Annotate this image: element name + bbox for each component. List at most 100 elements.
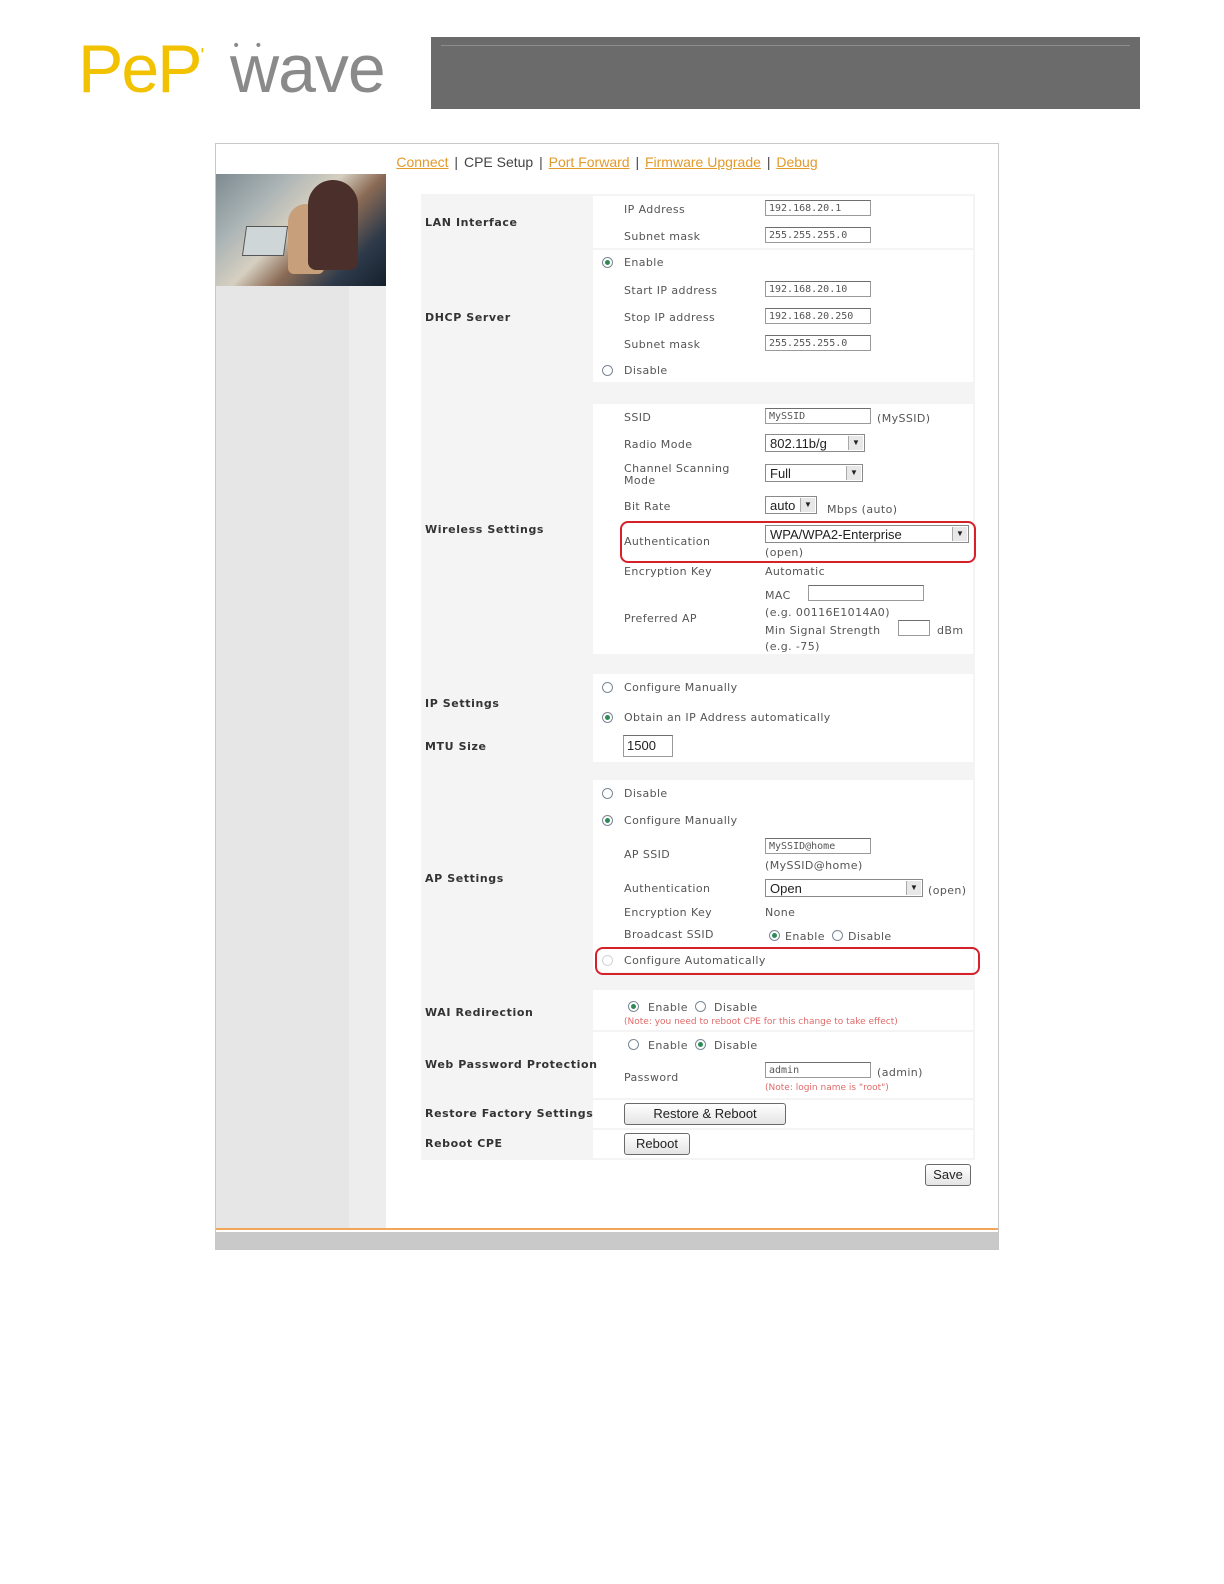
ap-auth-select[interactable]: Open ▼ bbox=[765, 879, 923, 897]
restore-reboot-button[interactable]: Restore & Reboot bbox=[624, 1103, 786, 1125]
ap-ssid-default: (MySSID@home) bbox=[765, 859, 863, 872]
mac-input[interactable] bbox=[808, 585, 924, 601]
dhcp-start-input[interactable]: 192.168.20.10 bbox=[765, 281, 871, 297]
header-line bbox=[441, 45, 1130, 46]
signal-strength-label: Min Signal Strength bbox=[765, 624, 881, 637]
encryption-key-value: Automatic bbox=[765, 565, 826, 578]
wai-disable-radio[interactable] bbox=[695, 1001, 706, 1012]
preferred-ap-label: Preferred AP bbox=[624, 612, 697, 625]
radio-mode-select[interactable]: 802.11b/g ▼ bbox=[765, 434, 865, 452]
dhcp-mask-input[interactable]: 255.255.255.0 bbox=[765, 335, 871, 351]
nav-separator: | bbox=[539, 154, 543, 170]
dhcp-server-label: DHCP Server bbox=[425, 311, 511, 324]
chevron-down-icon: ▼ bbox=[906, 881, 921, 895]
radio-mode-value: 802.11b/g bbox=[770, 436, 827, 451]
lan-interface-label: LAN Interface bbox=[425, 216, 518, 229]
wai-enable-radio[interactable] bbox=[628, 1001, 639, 1012]
dhcp-stop-input[interactable]: 192.168.20.250 bbox=[765, 308, 871, 324]
ap-manual-radio[interactable] bbox=[602, 815, 613, 826]
broadcast-enable-label: Enable bbox=[785, 930, 825, 943]
bit-rate-value: auto bbox=[770, 498, 796, 513]
dhcp-disable-radio[interactable] bbox=[602, 365, 613, 376]
settings-form: LAN Interface IP Address 192.168.20.1 Su… bbox=[421, 194, 980, 1192]
dhcp-disable-label: Disable bbox=[624, 364, 668, 377]
ap-rows bbox=[593, 780, 973, 972]
dhcp-enable-radio[interactable] bbox=[602, 257, 613, 268]
broadcast-disable-label: Disable bbox=[848, 930, 892, 943]
ap-enc-label: Encryption Key bbox=[624, 906, 713, 919]
bit-rate-select[interactable]: auto ▼ bbox=[765, 496, 817, 514]
nav-debug[interactable]: Debug bbox=[776, 154, 817, 170]
nav-firmware-upgrade[interactable]: Firmware Upgrade bbox=[645, 154, 761, 170]
encryption-key-label: Encryption Key bbox=[624, 565, 713, 578]
bit-rate-unit: Mbps (auto) bbox=[827, 503, 898, 516]
ip-settings-label: IP Settings bbox=[425, 697, 500, 710]
configure-auto-highlight bbox=[595, 947, 980, 975]
channel-scan-select[interactable]: Full ▼ bbox=[765, 464, 863, 482]
password-label: Password bbox=[624, 1071, 679, 1084]
ap-enc-value: None bbox=[765, 906, 796, 919]
channel-scan-value: Full bbox=[770, 466, 791, 481]
ap-auth-value: Open bbox=[770, 881, 802, 896]
save-button[interactable]: Save bbox=[925, 1164, 971, 1186]
dhcp-mask-label: Subnet mask bbox=[624, 338, 701, 351]
dhcp-start-label: Start IP address bbox=[624, 284, 718, 297]
password-default: (admin) bbox=[877, 1066, 923, 1079]
ap-ssid-label: AP SSID bbox=[624, 848, 671, 861]
nav-cpe-setup: CPE Setup bbox=[463, 154, 534, 170]
header-photo bbox=[216, 174, 386, 286]
ssid-input[interactable]: MySSID bbox=[765, 408, 871, 424]
web-password-label: Web Password Protection bbox=[425, 1058, 598, 1071]
dhcp-enable-label: Enable bbox=[624, 256, 664, 269]
top-nav: Connect | CPE Setup | Port Forward | Fir… bbox=[216, 144, 998, 174]
webpw-disable-label: Disable bbox=[714, 1039, 758, 1052]
ap-disable-label: Disable bbox=[624, 787, 668, 800]
webpw-enable-label: Enable bbox=[648, 1039, 688, 1052]
signal-strength-input[interactable] bbox=[898, 620, 930, 636]
reboot-cpe-label: Reboot CPE bbox=[425, 1137, 503, 1150]
mtu-size-label: MTU Size bbox=[425, 740, 487, 753]
save-row bbox=[421, 1160, 975, 1192]
ip-auto-radio[interactable] bbox=[602, 712, 613, 723]
logo-pep-word: PeP bbox=[78, 31, 203, 107]
ip-auto-label: Obtain an IP Address automatically bbox=[624, 711, 831, 724]
wireless-settings-label: Wireless Settings bbox=[425, 523, 545, 536]
wai-redirection-label: WAI Redirection bbox=[425, 1006, 534, 1019]
webpw-enable-radio[interactable] bbox=[628, 1039, 639, 1050]
ip-manual-label: Configure Manually bbox=[624, 681, 738, 694]
webpw-disable-radio[interactable] bbox=[695, 1039, 706, 1050]
ssid-label: SSID bbox=[624, 411, 652, 424]
lan-mask-input[interactable]: 255.255.255.0 bbox=[765, 227, 871, 243]
password-note: (Note: login name is "root") bbox=[765, 1083, 889, 1093]
mac-example: (e.g. 00116E1014A0) bbox=[765, 606, 890, 619]
bit-rate-label: Bit Rate bbox=[624, 500, 671, 513]
nav-connect[interactable]: Connect bbox=[396, 154, 448, 170]
broadcast-disable-radio[interactable] bbox=[832, 930, 843, 941]
nav-port-forward[interactable]: Port Forward bbox=[549, 154, 630, 170]
ap-settings-label: AP Settings bbox=[425, 872, 504, 885]
ip-manual-radio[interactable] bbox=[602, 682, 613, 693]
reboot-button[interactable]: Reboot bbox=[624, 1133, 690, 1155]
wai-disable-label: Disable bbox=[714, 1001, 758, 1014]
restore-factory-label: Restore Factory Settings bbox=[425, 1107, 594, 1120]
ssid-default: (MySSID) bbox=[877, 412, 931, 425]
authentication-highlight bbox=[620, 521, 976, 563]
password-input[interactable]: admin bbox=[765, 1062, 871, 1078]
photo-person bbox=[308, 180, 358, 270]
lan-mask-label: Subnet mask bbox=[624, 230, 701, 243]
ap-ssid-input[interactable]: MySSID@home bbox=[765, 838, 871, 854]
broadcast-enable-radio[interactable] bbox=[769, 930, 780, 941]
signal-strength-unit: dBm bbox=[937, 624, 964, 637]
ap-disable-radio[interactable] bbox=[602, 788, 613, 799]
mtu-input[interactable]: 1500 bbox=[623, 735, 673, 757]
nav-separator: | bbox=[766, 154, 771, 170]
lan-ip-input[interactable]: 192.168.20.1 bbox=[765, 200, 871, 216]
sidebar-column bbox=[349, 286, 386, 1228]
photo-laptop bbox=[241, 226, 289, 256]
footer-bar bbox=[216, 1232, 998, 1249]
nav-separator: | bbox=[454, 154, 459, 170]
ap-auth-label: Authentication bbox=[624, 882, 711, 895]
ap-auth-default: (open) bbox=[928, 884, 967, 897]
footer-accent bbox=[216, 1228, 998, 1230]
logo-pep-mark: ' bbox=[200, 45, 205, 68]
